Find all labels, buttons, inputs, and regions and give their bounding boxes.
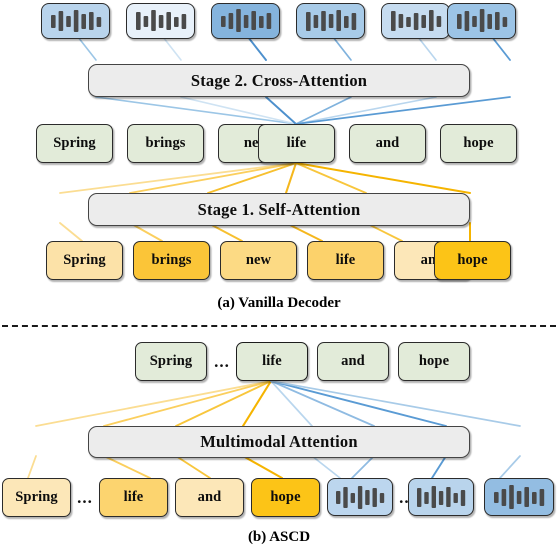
green-token-spring[interactable]: Spring — [36, 124, 113, 163]
yellow-token-life[interactable]: life — [307, 241, 384, 280]
figure-root: ... Stage 2. Cross-Attention Spring brin… — [0, 0, 558, 550]
yellow-token-hope[interactable]: hope — [434, 241, 511, 280]
panel-a-audio-to-stage2 — [77, 36, 511, 61]
audio-token-1[interactable] — [41, 3, 110, 39]
panel-b-attention-to-bottom — [27, 454, 521, 480]
panel-a-stage2-to-life — [95, 96, 511, 125]
green-token-hope[interactable]: hope — [398, 342, 470, 381]
waveform-icon — [390, 10, 441, 31]
panel-a-life-to-stage1 — [59, 162, 471, 194]
audio-token-1[interactable] — [327, 478, 393, 516]
yellow-token-life[interactable]: life — [99, 478, 168, 517]
stage-2-cross-attention[interactable]: Stage 2. Cross-Attention — [88, 64, 470, 97]
audio-token-5[interactable] — [381, 3, 450, 39]
waveform-icon — [456, 9, 507, 32]
audio-token-2[interactable] — [126, 3, 195, 39]
green-token-and[interactable]: and — [349, 124, 426, 163]
panel-b-life-to-attention — [35, 379, 521, 428]
panel-a-caption: (a) Vanilla Decoder — [217, 295, 341, 311]
waveform-icon — [336, 485, 385, 509]
yellow-token-spring[interactable]: Spring — [2, 478, 71, 517]
green-token-hope[interactable]: hope — [440, 124, 517, 163]
waveform-icon — [305, 10, 356, 31]
waveform-icon — [220, 9, 271, 32]
waveform-icon — [494, 484, 545, 509]
yellow-token-new[interactable]: new — [220, 241, 297, 280]
audio-token-4[interactable] — [296, 3, 365, 39]
panel-b-caption: (b) ASCD — [247, 529, 311, 545]
multimodal-attention[interactable]: Multimodal Attention — [88, 426, 470, 458]
green-token-life[interactable]: life — [258, 124, 335, 163]
waveform-icon — [135, 10, 186, 31]
green-token-brings[interactable]: brings — [127, 124, 204, 163]
audio-token-3[interactable] — [484, 478, 554, 516]
audio-token-3[interactable] — [211, 3, 280, 39]
panel-divider — [2, 325, 556, 327]
green-token-and[interactable]: and — [317, 342, 389, 381]
green-token-life[interactable]: life — [236, 342, 308, 381]
audio-token-2[interactable] — [408, 478, 474, 516]
panel-b-green-ellipsis: ... — [214, 352, 230, 371]
yellow-token-spring[interactable]: Spring — [46, 241, 123, 280]
stage-1-self-attention[interactable]: Stage 1. Self-Attention — [88, 193, 470, 226]
yellow-token-hope[interactable]: hope — [251, 478, 320, 517]
yellow-token-and[interactable]: and — [175, 478, 244, 517]
panel-b-bottom-text-ellipsis: ... — [77, 488, 93, 507]
waveform-icon — [417, 485, 466, 508]
green-token-spring[interactable]: Spring — [135, 342, 207, 381]
waveform-icon — [50, 10, 101, 32]
yellow-token-brings[interactable]: brings — [133, 241, 210, 280]
audio-token-6[interactable] — [447, 3, 516, 39]
